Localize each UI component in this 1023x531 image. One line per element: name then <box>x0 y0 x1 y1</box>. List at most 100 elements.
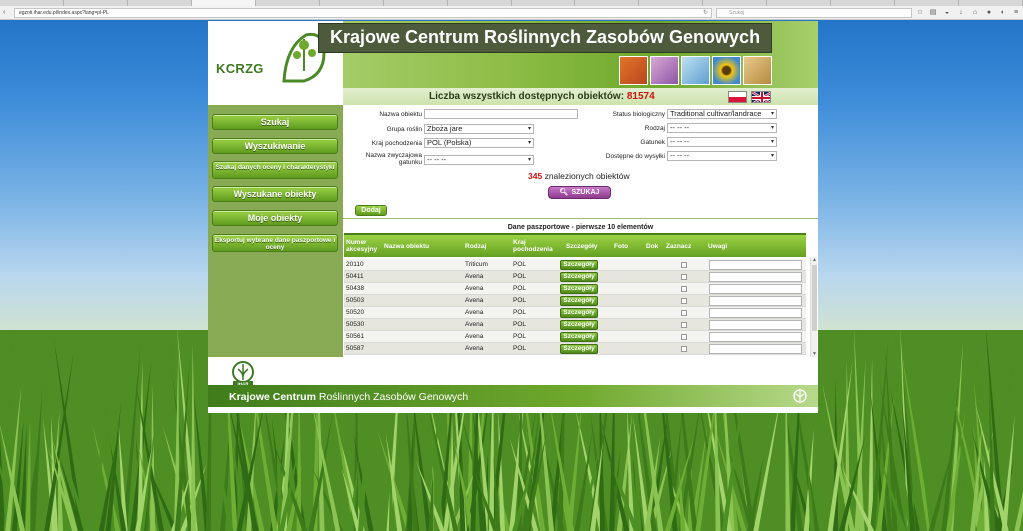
flower-photo <box>650 56 679 85</box>
header: KCRZG Krajowe Centrum Roślinnych Zasobów… <box>208 21 818 88</box>
column-header-country[interactable]: Kraj pochodzenia <box>513 239 555 253</box>
notes-input[interactable] <box>709 344 802 354</box>
notes-input[interactable] <box>709 272 802 282</box>
details-button[interactable]: Szczegóły <box>560 320 598 330</box>
column-header-genus[interactable]: Rodzaj <box>465 243 486 250</box>
browser-toolbar: ‹ egzoti.ihar.edu.pl/index.aspx?lang=pl-… <box>0 6 1023 20</box>
column-header-details: Szczegóły <box>566 243 598 250</box>
footer: IHAR Krajowe Centrum Roślinnych Zasobów … <box>208 357 818 413</box>
english-flag-icon[interactable] <box>751 91 771 103</box>
address-bar[interactable]: egzoti.ihar.edu.pl/index.aspx?lang=pl-PL <box>14 8 712 18</box>
accession-cell[interactable]: 50561 <box>346 333 364 341</box>
add-button[interactable]: Dodaj <box>355 205 387 216</box>
select-checkbox[interactable] <box>681 274 687 280</box>
accession-cell[interactable]: 50411 <box>346 273 364 281</box>
object-count-value: 81574 <box>626 91 655 102</box>
select-checkbox[interactable] <box>681 310 687 316</box>
notes-input[interactable] <box>709 320 802 330</box>
notes-input[interactable] <box>709 260 802 270</box>
results-scrollbar[interactable]: ▲ ▼ <box>810 257 817 357</box>
scroll-up-icon[interactable]: ▲ <box>811 257 818 263</box>
magnifier-icon: 🔍︎ <box>559 189 569 196</box>
notes-input[interactable] <box>709 284 802 294</box>
found-objects-count: 345 <box>528 171 543 181</box>
details-button[interactable]: Szczegóły <box>560 296 598 306</box>
search-button-label: SZUKAJ <box>571 189 600 196</box>
download-icon[interactable]: ↓ <box>957 9 965 17</box>
genus-cell: Avena <box>465 309 484 316</box>
details-button[interactable]: Szczegóły <box>560 272 598 282</box>
pocket-icon[interactable]: ◒ <box>943 9 951 17</box>
results-caption: Dane paszportowe - pierwsze 10 elementów <box>507 224 654 231</box>
species-select[interactable]: -- -- -- <box>667 137 777 147</box>
footer-bar: Krajowe Centrum Roślinnych Zasobów Genow… <box>208 385 818 407</box>
sidebar-item-my-objects[interactable]: Moje obiekty <box>212 210 338 226</box>
results-table-header: Numer akcesyjny Nazwa obiektu Rodzaj Kra… <box>344 233 806 257</box>
menu-icon[interactable]: ≡ <box>1012 9 1020 17</box>
table-row: 50411 Avena POL Szczegóły <box>344 271 806 283</box>
scroll-thumb[interactable] <box>812 265 817 331</box>
genus-cell: Avena <box>465 273 484 280</box>
back-icon[interactable]: ‹ <box>3 9 11 17</box>
accession-cell[interactable]: 50438 <box>346 285 364 293</box>
sidebar-item-search[interactable]: Szukaj <box>212 114 338 130</box>
sidebar-item-advanced-search[interactable]: Wyszukiwanie <box>212 138 338 154</box>
object-name-input[interactable] <box>424 109 578 119</box>
details-button[interactable]: Szczegóły <box>560 284 598 294</box>
home-icon[interactable]: ⌂ <box>971 9 979 17</box>
search-button[interactable]: 🔍︎ SZUKAJ <box>548 186 611 199</box>
select-checkbox[interactable] <box>681 298 687 304</box>
chat-icon[interactable]: ● <box>985 9 993 17</box>
notes-input[interactable] <box>709 308 802 318</box>
results-table: Numer akcesyjny Nazwa obiektu Rodzaj Kra… <box>344 233 806 357</box>
found-objects-label: znalezionych obiektów <box>544 171 630 181</box>
addon-icon[interactable]: ◐ <box>999 9 1007 17</box>
species-common-name-select[interactable]: -- -- -- <box>424 155 534 165</box>
genus-cell: Avena <box>465 285 484 292</box>
accession-cell[interactable]: 50530 <box>346 321 364 329</box>
genus-select[interactable]: -- -- -- <box>667 123 777 133</box>
accession-cell[interactable]: 50587 <box>346 345 364 353</box>
select-checkbox[interactable] <box>681 286 687 292</box>
notes-input[interactable] <box>709 332 802 342</box>
country-cell: POL <box>513 285 527 292</box>
results-divider <box>343 218 818 219</box>
details-button[interactable]: Szczegóły <box>560 332 598 342</box>
country-cell: POL <box>513 261 527 268</box>
accession-cell[interactable]: 50503 <box>346 297 364 305</box>
select-checkbox[interactable] <box>681 334 687 340</box>
sidebar-item-evaluation-search[interactable]: Szukaj danych oceny i charakterystyki <box>212 161 338 179</box>
object-count-label: Liczba wszystkich dostępnych obiektów: <box>429 91 625 102</box>
country-cell: POL <box>513 273 527 280</box>
select-checkbox[interactable] <box>681 262 687 268</box>
sidebar-item-found-objects[interactable]: Wyszukane obiekty <box>212 186 338 202</box>
details-button[interactable]: Szczegóły <box>560 260 598 270</box>
biological-status-select[interactable]: Traditional cultivar/landrace <box>667 109 777 119</box>
found-objects-text: 345 znalezionych obiektów <box>528 171 630 181</box>
select-checkbox[interactable] <box>681 346 687 352</box>
column-header-name[interactable]: Nazwa obiektu <box>384 243 429 250</box>
select-checkbox[interactable] <box>681 322 687 328</box>
footer-title-rest: Roślinnych Zasobów Genowych <box>318 391 469 403</box>
page: KCRZG Krajowe Centrum Roślinnych Zasobów… <box>208 21 818 413</box>
reading-list-icon[interactable]: ▤ <box>929 9 937 17</box>
plant-group-select[interactable]: Zboża jare <box>424 124 534 134</box>
details-button[interactable]: Szczegóły <box>560 308 598 318</box>
table-row: 50530 Avena POL Szczegóły <box>344 319 806 331</box>
details-button[interactable]: Szczegóły <box>560 344 598 354</box>
available-select[interactable]: -- -- -- <box>667 151 777 161</box>
bookmark-star-icon[interactable]: ☆ <box>916 9 924 17</box>
species-common-name-label: Nazwa zwyczajowa gatunku <box>365 152 422 166</box>
plant-logo-icon <box>793 389 807 403</box>
reload-icon[interactable]: ↻ <box>703 9 708 16</box>
sidebar-item-export[interactable]: Eksportuj wybrane dane paszportowe i oce… <box>212 234 338 252</box>
column-header-accession[interactable]: Numer akcesyjny <box>346 239 382 253</box>
table-row: 50438 Avena POL Szczegóły <box>344 283 806 295</box>
accession-cell[interactable]: 20110 <box>346 261 364 269</box>
origin-country-select[interactable]: POL (Polska) <box>424 138 534 148</box>
accession-cell[interactable]: 50520 <box>346 309 364 317</box>
table-row: 50587 Avena POL Szczegóły <box>344 343 806 355</box>
notes-input[interactable] <box>709 296 802 306</box>
polish-flag-icon[interactable] <box>728 91 747 103</box>
browser-search-input[interactable]: Szukaj <box>716 8 912 18</box>
